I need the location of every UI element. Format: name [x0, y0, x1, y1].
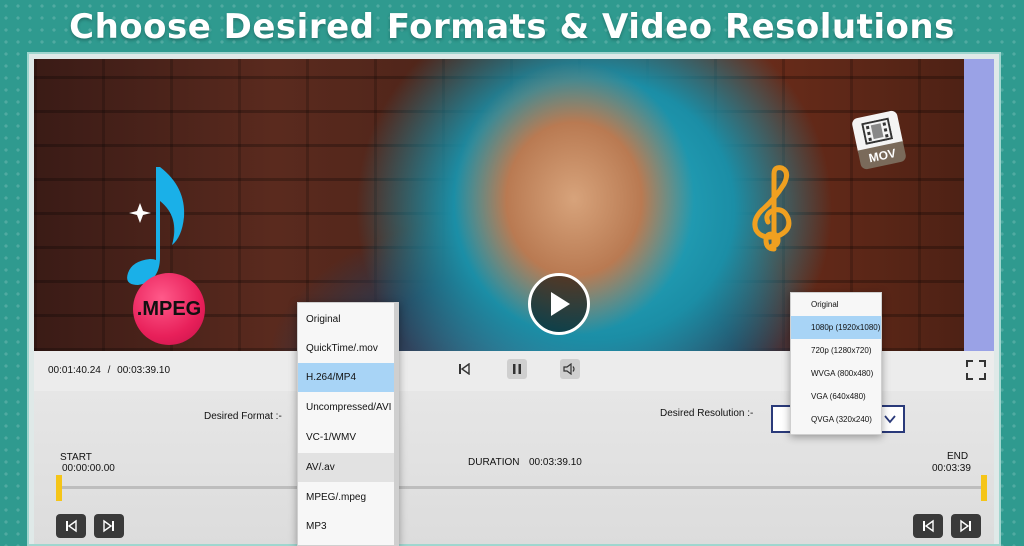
- resolution-dropdown[interactable]: Original 1080p (1920x1080) 720p (1280x72…: [790, 292, 882, 435]
- total-time: 00:03:39.10: [117, 365, 170, 376]
- pause-icon: [513, 364, 521, 374]
- format-option[interactable]: QuickTime/.mov: [298, 334, 398, 363]
- desired-format-label: Desired Format :-: [204, 411, 282, 422]
- format-option-selected[interactable]: H.264/MP4: [298, 363, 398, 392]
- resolution-option[interactable]: VGA (640x480): [791, 385, 881, 408]
- skip-forward-icon: [103, 519, 114, 533]
- time-readout: 00:01:40.24 / 00:03:39.10: [48, 365, 170, 376]
- desired-resolution-label: Desired Resolution :-: [660, 408, 754, 419]
- timeline-track[interactable]: [58, 486, 986, 489]
- volume-icon: [563, 363, 575, 375]
- mpeg-format-badge: .MPEG: [133, 273, 205, 345]
- skip-back-icon: [923, 519, 934, 533]
- resolution-option[interactable]: Original: [791, 293, 881, 316]
- treble-clef-icon: [752, 165, 792, 252]
- resolution-option-selected[interactable]: 1080p (1920x1080): [791, 316, 881, 339]
- start-time: 00:00:00.00: [62, 463, 115, 474]
- skip-back-icon: [66, 519, 77, 533]
- resolution-option[interactable]: QVGA (320x240): [791, 408, 881, 431]
- play-icon: [551, 292, 570, 316]
- format-option[interactable]: MP3: [298, 512, 398, 541]
- format-option[interactable]: Uncompressed/AVI: [298, 393, 398, 422]
- start-next-frame-button[interactable]: [94, 514, 124, 538]
- duration-value: 00:03:39.10: [529, 457, 582, 468]
- volume-button[interactable]: [560, 359, 580, 379]
- start-label: START: [60, 452, 92, 463]
- fullscreen-icon[interactable]: [966, 360, 986, 380]
- skip-back-icon: [459, 363, 470, 375]
- resolution-option[interactable]: WVGA (800x480): [791, 362, 881, 385]
- chevron-down-icon: [884, 415, 896, 424]
- format-option-hovered[interactable]: AV/.av: [298, 453, 398, 482]
- mov-format-badge: MOV: [851, 109, 907, 171]
- end-previous-frame-button[interactable]: [913, 514, 943, 538]
- format-option[interactable]: MPEG/.mpeg: [298, 483, 398, 512]
- format-dropdown-scrollbar[interactable]: [394, 303, 398, 545]
- page-headline: Choose Desired Formats & Video Resolutio…: [69, 7, 955, 47]
- end-next-frame-button[interactable]: [951, 514, 981, 538]
- end-trim-handle[interactable]: [981, 475, 987, 501]
- film-icon: [861, 117, 894, 145]
- start-trim-handle[interactable]: [56, 475, 62, 501]
- format-option[interactable]: Original: [298, 305, 398, 334]
- end-label: END: [947, 451, 969, 462]
- pause-button[interactable]: [507, 359, 527, 379]
- start-previous-frame-button[interactable]: [56, 514, 86, 538]
- current-time: 00:01:40.24: [48, 365, 101, 376]
- resolution-option[interactable]: 720p (1280x720): [791, 339, 881, 362]
- play-button[interactable]: [528, 273, 590, 335]
- time-separator: /: [107, 365, 111, 376]
- video-side-strip: [964, 59, 994, 351]
- format-dropdown[interactable]: Original QuickTime/.mov H.264/MP4 Uncomp…: [297, 302, 399, 546]
- previous-button[interactable]: [454, 359, 474, 379]
- skip-forward-icon: [960, 519, 971, 533]
- end-time: 00:03:39: [932, 463, 971, 474]
- format-option[interactable]: VC-1/WMV: [298, 423, 398, 452]
- duration-label: DURATION: [468, 457, 520, 468]
